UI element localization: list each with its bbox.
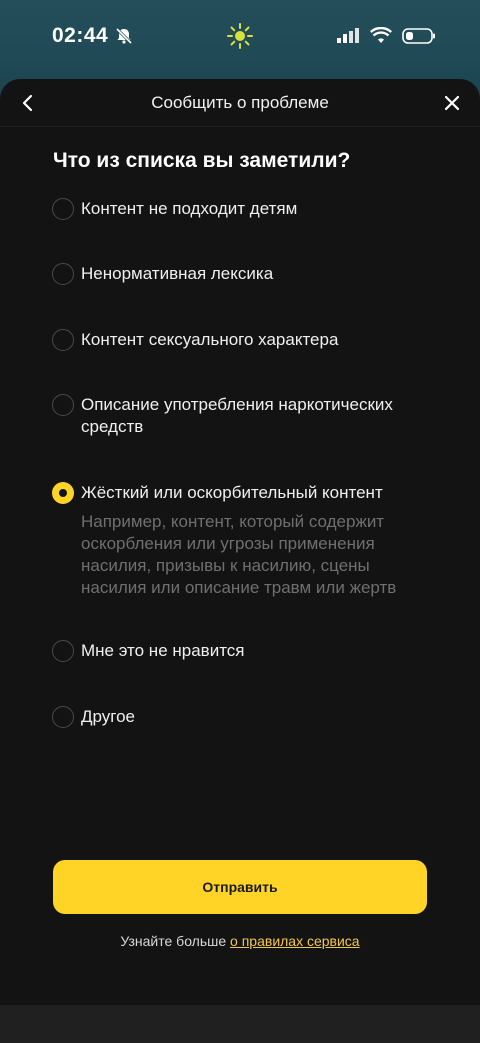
option-description: Например, контент, который содержит оско… [81, 512, 397, 597]
option-label: Жёсткий или оскорбительный контент [81, 483, 383, 502]
status-icons [336, 27, 436, 45]
option-sexual-content[interactable]: Контент сексуального характера [52, 329, 432, 351]
sheet-header: Сообщить о проблеме [0, 79, 480, 127]
rules-link[interactable]: о правилах сервиса [230, 933, 360, 949]
battery-icon [402, 28, 435, 44]
option-label: Контент не подходит детям [81, 199, 298, 218]
bell-off-icon [116, 27, 133, 45]
option-profanity[interactable]: Ненормативная лексика [52, 263, 432, 285]
option-label: Другое [81, 707, 136, 726]
option-violent-content[interactable]: Жёсткий или оскорбительный контент Напри… [52, 482, 432, 599]
close-icon [444, 95, 460, 111]
option-label: Описание употребления наркотических сред… [81, 395, 393, 436]
signal-icon [337, 28, 359, 43]
option-dislike[interactable]: Мне это не нравится [52, 640, 432, 662]
option-drugs[interactable]: Описание употребления наркотических сред… [52, 394, 432, 438]
status-time: 02:44 [52, 24, 109, 47]
radio-button[interactable] [52, 263, 74, 285]
option-label: Ненормативная лексика [81, 264, 274, 283]
option-label: Мне это не нравится [81, 641, 245, 660]
radio-button-selected[interactable] [52, 482, 74, 504]
screen: 02:44 Сообщить о проблеме Что из списка … [0, 0, 480, 1043]
close-button[interactable] [438, 89, 466, 117]
footer-text: Узнайте больше [120, 933, 227, 949]
radio-button[interactable] [52, 640, 74, 662]
back-button[interactable] [14, 89, 42, 117]
chevron-left-icon [22, 94, 33, 112]
radio-button[interactable] [52, 198, 74, 220]
sun-app-icon [227, 23, 253, 49]
footer-note: Узнайте больше о правилах сервиса [0, 933, 480, 949]
sheet-title: Сообщить о проблеме [151, 92, 329, 112]
wifi-icon [370, 27, 392, 43]
system-nav-bar [0, 1005, 480, 1043]
status-bar: 02:44 [0, 0, 480, 72]
radio-button[interactable] [52, 329, 74, 351]
question-heading: Что из списка вы заметили? [53, 149, 351, 172]
radio-button[interactable] [52, 394, 74, 416]
option-not-for-children[interactable]: Контент не подходит детям [52, 198, 432, 220]
report-sheet: Сообщить о проблеме Что из списка вы зам… [0, 79, 480, 1005]
radio-button[interactable] [52, 706, 74, 728]
option-other[interactable]: Другое [52, 706, 432, 728]
option-label: Контент сексуального характера [81, 330, 339, 349]
submit-button[interactable]: Отправить [53, 860, 427, 914]
